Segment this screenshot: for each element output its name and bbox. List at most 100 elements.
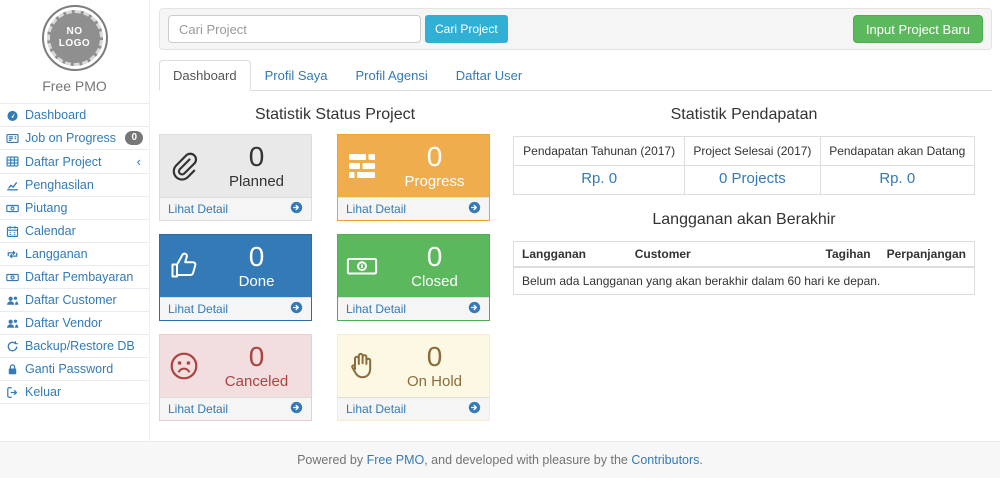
column-header-langganan: Langganan — [514, 242, 627, 268]
retweet-icon — [6, 247, 20, 261]
card-body: 0 On Hold — [338, 335, 489, 397]
sidebar-item-keluar[interactable]: Keluar — [0, 381, 149, 404]
calendar-icon — [6, 224, 20, 238]
hand-icon — [346, 350, 388, 382]
detail-label: Lihat Detail — [346, 202, 406, 216]
detail-label: Lihat Detail — [168, 202, 228, 216]
progress-label: Progress — [388, 173, 481, 190]
progress-count: 0 — [388, 142, 481, 171]
logo-text-line2: LOGO — [59, 38, 90, 50]
sidebar-item-job-on-progress[interactable]: Job on Progress 0 — [0, 127, 149, 150]
sidebar-item-backup-restore-db[interactable]: Backup/Restore DB — [0, 335, 149, 358]
done-count: 0 — [210, 242, 303, 271]
free-pmo-link[interactable]: Free PMO — [367, 453, 425, 467]
sidebar: NO LOGO Free PMO Dashboard Job on Progre… — [0, 0, 150, 441]
chevron-left-icon: ‹ — [137, 154, 143, 169]
column-header-perpanjangan: Perpanjangan — [879, 242, 975, 268]
sidebar-item-label: Calendar — [25, 224, 143, 238]
sidebar-item-label: Penghasilan — [25, 178, 143, 192]
paperclip-icon — [168, 150, 210, 182]
sidebar-item-piutang[interactable]: Piutang — [0, 197, 149, 220]
sidebar-item-langganan[interactable]: Langganan — [0, 243, 149, 266]
income-stat-value: Rp. 0 — [514, 166, 685, 195]
income-stat-label: Pendapatan Tahunan (2017) — [514, 137, 685, 166]
frown-icon — [168, 350, 210, 382]
newspaper-icon — [6, 131, 20, 145]
footer-text: , and developed with pleasure by the — [424, 453, 631, 467]
tab-profil-saya[interactable]: Profil Saya — [251, 60, 342, 91]
income-stat-value: 0 Projects — [685, 166, 820, 195]
subscription-section-title: Langganan akan Berakhir — [513, 201, 975, 239]
search-button[interactable]: Cari Project — [425, 15, 508, 43]
sidebar-item-daftar-vendor[interactable]: Daftar Vendor — [0, 312, 149, 335]
sidebar-menu: Dashboard Job on Progress 0 Daftar Proje… — [0, 103, 149, 404]
canceled-detail-link[interactable]: Lihat Detail — [160, 397, 311, 420]
done-label: Done — [210, 273, 303, 290]
sidebar-item-daftar-pembayaran[interactable]: Daftar Pembayaran — [0, 266, 149, 289]
footer-text: . — [699, 453, 702, 467]
arrow-circle-right-icon — [468, 301, 481, 317]
on-hold-detail-link[interactable]: Lihat Detail — [338, 397, 489, 420]
tab-daftar-user[interactable]: Daftar User — [442, 60, 536, 91]
tab-profil-agensi[interactable]: Profil Agensi — [341, 60, 441, 91]
contributors-link[interactable]: Contributors — [631, 453, 699, 467]
sidebar-item-calendar[interactable]: Calendar — [0, 220, 149, 243]
thumbs-up-icon — [168, 250, 210, 282]
sidebar-item-ganti-password[interactable]: Ganti Password — [0, 358, 149, 381]
income-section: Statistik Pendapatan Pendapatan Tahunan … — [513, 96, 975, 295]
status-card-on-hold: 0 On Hold Lihat Detail — [337, 334, 490, 421]
sidebar-item-label: Ganti Password — [25, 362, 143, 376]
canceled-label: Canceled — [210, 373, 303, 390]
table-icon — [6, 155, 20, 169]
users-icon — [6, 316, 20, 330]
sidebar-item-label: Daftar Vendor — [25, 316, 143, 330]
planned-detail-link[interactable]: Lihat Detail — [160, 197, 311, 220]
sidebar-item-label: Dashboard — [25, 108, 143, 122]
search-input[interactable] — [168, 15, 421, 43]
status-card-planned: 0 Planned Lihat Detail — [159, 134, 312, 221]
refresh-icon — [6, 339, 20, 353]
money-icon — [6, 201, 20, 215]
brand-name: Free PMO — [0, 78, 149, 94]
sidebar-item-label: Keluar — [25, 385, 143, 399]
income-stat-value: Rp. 0 — [820, 166, 974, 195]
sign-out-icon — [6, 385, 20, 399]
closed-label: Closed — [388, 273, 481, 290]
tab-dashboard[interactable]: Dashboard — [159, 60, 251, 91]
planned-count: 0 — [210, 142, 303, 171]
footer-text: Powered by — [297, 453, 366, 467]
search-toolbar: Cari Project Input Project Baru — [159, 8, 992, 50]
done-detail-link[interactable]: Lihat Detail — [160, 297, 311, 320]
arrow-circle-right-icon — [468, 401, 481, 417]
lock-icon — [6, 362, 20, 376]
detail-label: Lihat Detail — [168, 402, 228, 416]
sidebar-item-daftar-customer[interactable]: Daftar Customer — [0, 289, 149, 312]
job-on-progress-count-badge: 0 — [125, 131, 143, 145]
line-chart-icon — [6, 178, 20, 192]
main-tabs: Dashboard Profil Saya Profil Agensi Daft… — [159, 60, 992, 91]
income-section-title: Statistik Pendapatan — [513, 96, 975, 134]
empty-subscriptions-message: Belum ada Langganan yang akan berakhir d… — [514, 267, 975, 295]
card-body: 0 Canceled — [160, 335, 311, 397]
money-icon — [346, 250, 388, 282]
sidebar-item-dashboard[interactable]: Dashboard — [0, 104, 149, 127]
planned-label: Planned — [210, 173, 303, 190]
column-header-customer: Customer — [627, 242, 818, 268]
detail-label: Lihat Detail — [346, 402, 406, 416]
status-cards-grid: 0 Planned Lihat Detail 0 Progress Lihat … — [159, 134, 511, 421]
status-section: Statistik Status Project 0 Planned Lihat… — [159, 96, 511, 421]
progress-detail-link[interactable]: Lihat Detail — [338, 197, 489, 220]
sidebar-item-label: Piutang — [25, 201, 143, 215]
on-hold-label: On Hold — [388, 373, 481, 390]
on-hold-count: 0 — [388, 342, 481, 371]
users-icon — [6, 293, 20, 307]
status-card-progress: 0 Progress Lihat Detail — [337, 134, 490, 221]
income-stat-label: Pendapatan akan Datang — [820, 137, 974, 166]
input-project-baru-button[interactable]: Input Project Baru — [853, 15, 983, 43]
sidebar-item-penghasilan[interactable]: Penghasilan — [0, 174, 149, 197]
sidebar-item-label: Daftar Project — [25, 155, 132, 169]
closed-detail-link[interactable]: Lihat Detail — [338, 297, 489, 320]
subscription-table: Langganan Customer Tagihan Perpanjangan … — [513, 241, 975, 295]
sidebar-item-daftar-project[interactable]: Daftar Project ‹ — [0, 150, 149, 174]
page-footer: Powered by Free PMO, and developed with … — [0, 441, 1000, 478]
